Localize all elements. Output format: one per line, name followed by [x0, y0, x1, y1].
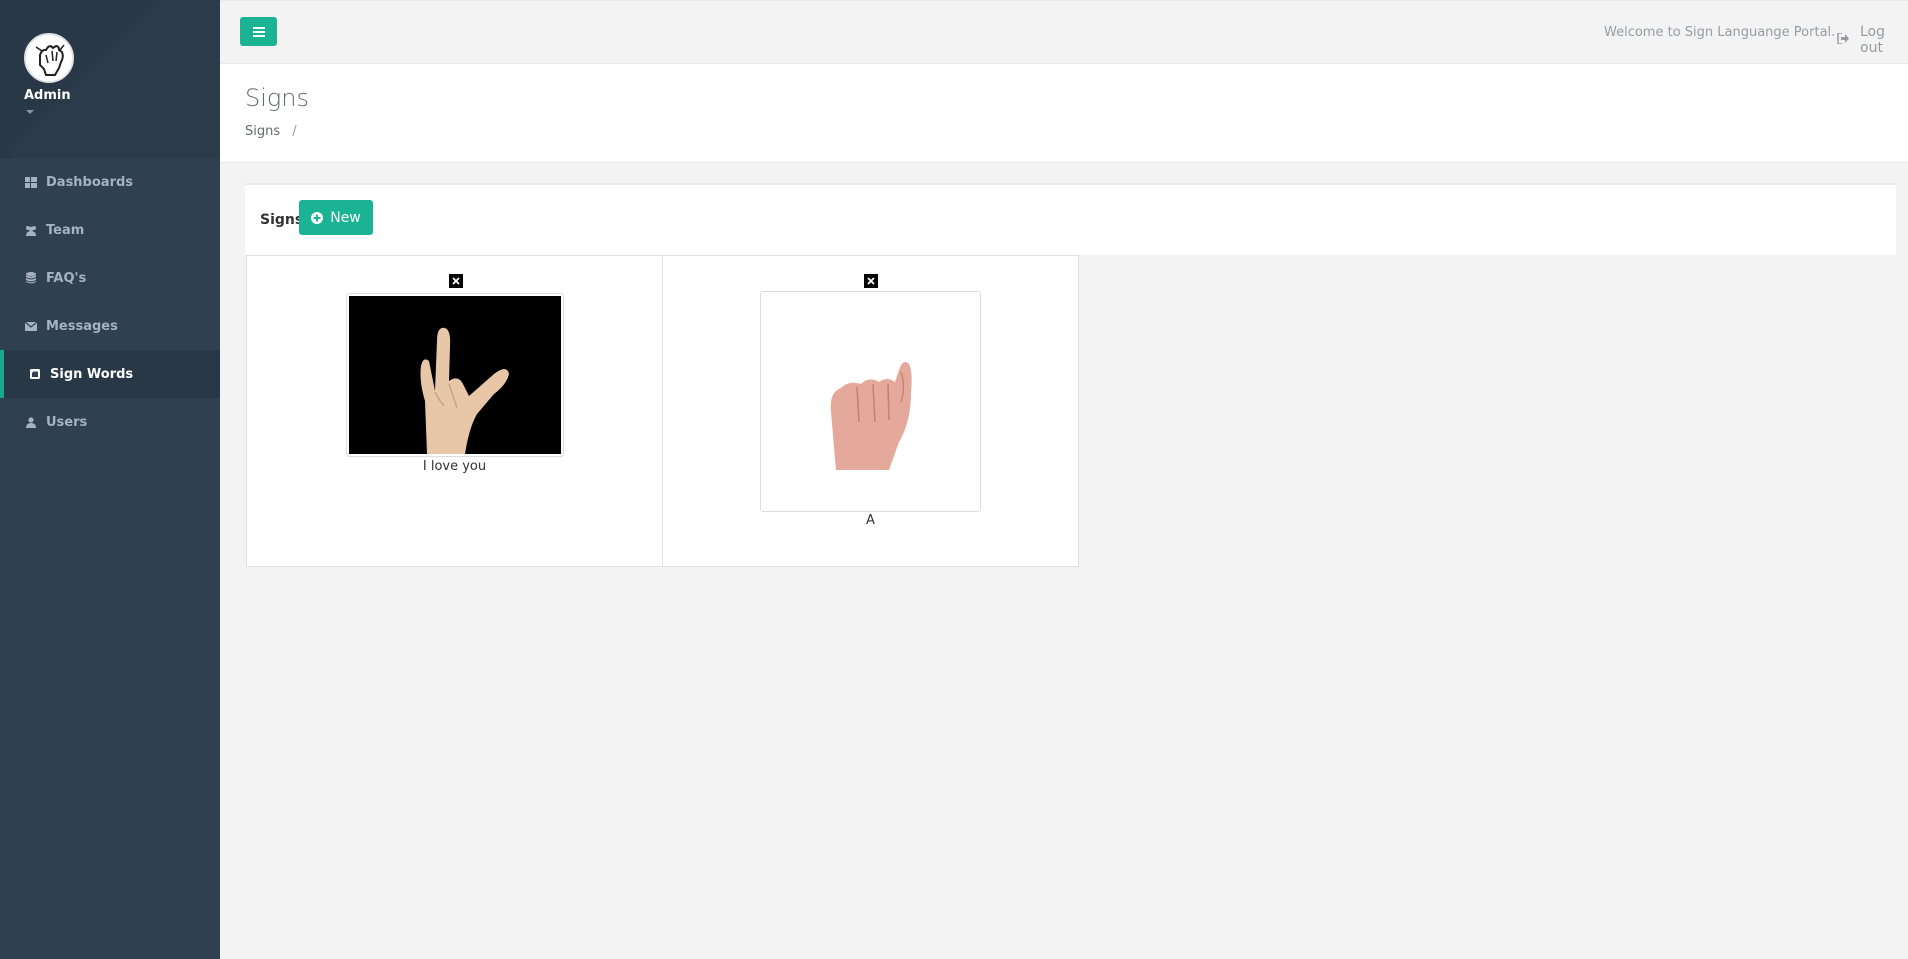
logout-link[interactable]: Log out: [1837, 24, 1908, 56]
sign-out-icon: [1837, 32, 1850, 48]
profile-panel: Admin: [0, 0, 220, 158]
sign-caption: I love you: [422, 459, 487, 474]
sign-card: I love you: [246, 255, 663, 567]
dashboard-icon: [24, 175, 38, 189]
profile-name[interactable]: Admin: [24, 88, 71, 103]
user-icon: [24, 415, 38, 429]
breadcrumb: Signs /: [245, 124, 297, 139]
signs-panel-header: Signs New: [245, 183, 1896, 255]
sidebar-item-users[interactable]: Users: [0, 398, 220, 446]
top-navbar: Welcome to Sign Languange Portal. Log ou…: [220, 0, 1908, 64]
sidebar-nav: Dashboards Team FAQ's Messages Sign Word…: [0, 158, 220, 446]
sidebar-item-messages[interactable]: Messages: [0, 302, 220, 350]
new-button-label: New: [330, 209, 361, 226]
sidebar-item-label: Sign Words: [50, 366, 134, 382]
page-title: Signs: [245, 84, 310, 112]
plus-circle-icon: [311, 211, 324, 224]
sign-image-i-love-you: [349, 296, 561, 454]
envelope-icon: [24, 319, 38, 333]
welcome-message: Welcome to Sign Languange Portal.: [1604, 25, 1836, 40]
delete-icon[interactable]: [864, 274, 878, 288]
menu-toggle-button[interactable]: [240, 17, 277, 46]
caret-down-icon[interactable]: [26, 110, 34, 114]
sign-language-icon: [28, 367, 42, 381]
sidebar-item-sign-words[interactable]: Sign Words: [0, 350, 220, 398]
sidebar-item-label: Dashboards: [46, 174, 134, 190]
breadcrumb-separator: /: [292, 124, 297, 139]
hamburger-icon: [252, 22, 265, 41]
users-group-icon: [24, 223, 38, 237]
sign-thumbnail[interactable]: [346, 293, 564, 457]
logout-label: Log out: [1860, 24, 1886, 56]
sidebar-item-faqs[interactable]: FAQ's: [0, 254, 220, 302]
delete-icon[interactable]: [449, 274, 463, 288]
breadcrumb-item-signs[interactable]: Signs: [245, 124, 280, 139]
sidebar-item-label: Users: [46, 414, 88, 430]
database-icon: [24, 271, 38, 285]
sidebar-item-dashboards[interactable]: Dashboards: [0, 158, 220, 206]
sign-caption: A: [866, 513, 875, 528]
new-sign-button[interactable]: New: [299, 200, 373, 235]
sign-thumbnail[interactable]: [760, 291, 981, 512]
sidebar-item-label: Team: [46, 222, 85, 238]
panel-title: Signs: [260, 212, 304, 228]
sidebar-item-team[interactable]: Team: [0, 206, 220, 254]
sidebar: Admin Dashboards Team FAQ's Messages Sig…: [0, 0, 220, 959]
sidebar-item-label: Messages: [46, 318, 118, 334]
avatar[interactable]: [24, 33, 74, 83]
page-heading: Signs Signs /: [220, 64, 1908, 163]
sign-image-a: [761, 292, 980, 511]
sidebar-item-label: FAQ's: [46, 270, 87, 286]
sign-card: A: [662, 255, 1079, 567]
